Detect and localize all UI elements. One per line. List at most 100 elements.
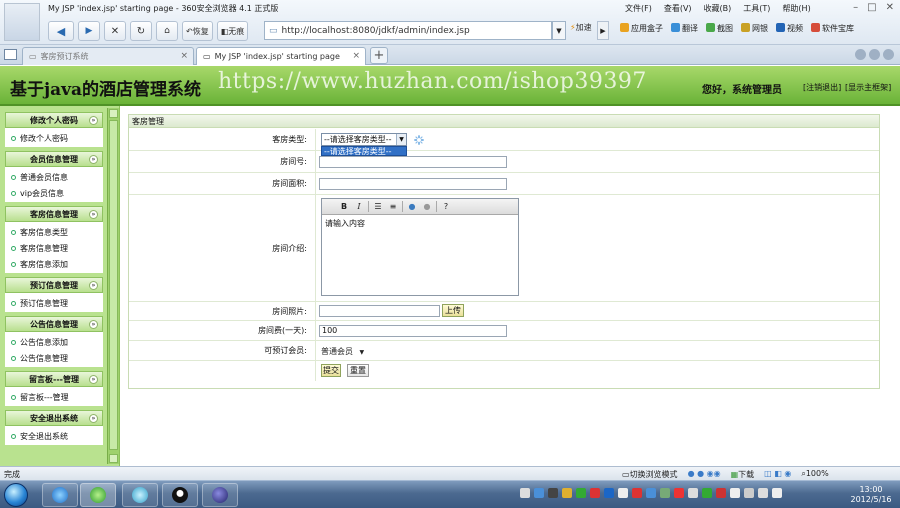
sidebar-section-logout[interactable]: 安全退出系统 »: [5, 410, 103, 426]
rich-text-editor[interactable]: B I ☰ ≡ ● ● ? 请输入内容: [321, 198, 519, 296]
switch-mode-button[interactable]: ▭切换浏览模式: [622, 469, 678, 480]
unordered-list-icon[interactable]: ≡: [387, 201, 399, 212]
sidebar-item-notice-add[interactable]: 公告信息添加: [5, 334, 103, 350]
tray-icon[interactable]: [772, 488, 782, 498]
restore-button[interactable]: ↶ 恢复: [182, 21, 213, 41]
reset-button[interactable]: 重置: [347, 364, 369, 377]
logout-link[interactable]: [注销退出]: [803, 82, 841, 93]
tray-icon[interactable]: [758, 488, 768, 498]
collapse-icon[interactable]: »: [89, 116, 98, 125]
tray-icon[interactable]: [520, 488, 530, 498]
new-tab-button[interactable]: +: [370, 47, 388, 64]
sidebar-section-messages[interactable]: 留言板---管理 »: [5, 371, 103, 387]
refresh-button[interactable]: ↻: [130, 21, 152, 41]
back-button[interactable]: ◀: [48, 21, 74, 41]
sidebar-item-room-manage[interactable]: 客房信息管理: [5, 240, 103, 256]
tray-icon[interactable]: [562, 488, 572, 498]
unlink-icon[interactable]: ●: [421, 201, 433, 212]
collapse-icon[interactable]: »: [89, 281, 98, 290]
bank-button[interactable]: 网银: [741, 23, 768, 34]
sidebar-section-members[interactable]: 会员信息管理 »: [5, 151, 103, 167]
tab-control-icon[interactable]: [883, 49, 894, 60]
bold-button[interactable]: B: [338, 201, 350, 212]
room-type-option[interactable]: --请选择客房类型--: [321, 146, 407, 156]
clock[interactable]: 13:00 2012/5/16: [845, 485, 897, 505]
sidebar-item-logout[interactable]: 安全退出系统: [5, 428, 103, 444]
tray-icon[interactable]: [632, 488, 642, 498]
italic-button[interactable]: I: [353, 201, 365, 212]
collapse-icon[interactable]: »: [89, 375, 98, 384]
sidebar-item-change-password[interactable]: 修改个人密码: [5, 130, 103, 146]
room-area-input[interactable]: [319, 178, 507, 190]
submit-button[interactable]: 提交: [321, 364, 341, 377]
sidebar-item-vip-members[interactable]: vip会员信息: [5, 185, 103, 201]
sidebar-section-rooms[interactable]: 客房信息管理 »: [5, 206, 103, 222]
tab-hotel-booking[interactable]: ▭ 客房预订系统 ×: [22, 47, 194, 65]
collapse-icon[interactable]: »: [89, 414, 98, 423]
collapse-icon[interactable]: »: [89, 210, 98, 219]
screenshot-button[interactable]: 截图: [706, 23, 733, 34]
sidebar-item-room-types[interactable]: 客房信息类型: [5, 224, 103, 240]
address-bar[interactable]: ▭ http://localhost:8080/jdkf/admin/index…: [264, 21, 552, 40]
close-tab-icon[interactable]: ×: [180, 51, 188, 61]
scroll-thumb[interactable]: [109, 120, 118, 450]
sidebar-toggle-icon[interactable]: [4, 49, 17, 60]
tray-icon[interactable]: [660, 488, 670, 498]
start-button[interactable]: [4, 483, 28, 507]
scroll-up-icon[interactable]: [109, 109, 118, 118]
taskbar-app[interactable]: [122, 483, 158, 507]
software-button[interactable]: 软件宝库: [811, 23, 854, 34]
maximize-icon[interactable]: □: [867, 2, 876, 13]
link-icon[interactable]: ●: [406, 201, 418, 212]
tray-icon[interactable]: [702, 488, 712, 498]
sidebar-item-room-add[interactable]: 客房信息添加: [5, 256, 103, 272]
room-number-input[interactable]: [319, 156, 507, 168]
download-button[interactable]: ▦下载: [731, 469, 755, 480]
show-main-frame-link[interactable]: [显示主框架]: [845, 82, 891, 93]
sidebar-item-normal-members[interactable]: 普通会员信息: [5, 169, 103, 185]
editor-content[interactable]: 请输入内容: [322, 215, 518, 232]
tab-control-icon[interactable]: [855, 49, 866, 60]
collapse-icon[interactable]: »: [89, 320, 98, 329]
tray-icon[interactable]: [534, 488, 544, 498]
forward-button[interactable]: ▶: [78, 21, 100, 41]
video-button[interactable]: 视频: [776, 23, 803, 34]
ordered-list-icon[interactable]: ☰: [372, 201, 384, 212]
menu-view[interactable]: 查看(V): [664, 3, 692, 14]
sidebar-section-notices[interactable]: 公告信息管理 »: [5, 316, 103, 332]
tray-icon[interactable]: [576, 488, 586, 498]
taskbar-360-browser[interactable]: [80, 483, 116, 507]
sidebar-item-bookings[interactable]: 预订信息管理: [5, 295, 103, 311]
tray-icon[interactable]: [674, 488, 684, 498]
upload-button[interactable]: 上传: [442, 304, 464, 317]
tray-icon[interactable]: [604, 488, 614, 498]
taskbar-eclipse[interactable]: [202, 483, 238, 507]
member-type-select[interactable]: 普通会员 ▼: [321, 345, 371, 358]
tray-icon[interactable]: [646, 488, 656, 498]
zoom-button[interactable]: ⌕100%: [801, 469, 828, 480]
sidebar-section-password[interactable]: 修改个人密码 »: [5, 112, 103, 128]
menu-help[interactable]: 帮助(H): [782, 3, 810, 14]
stop-button[interactable]: ✕: [104, 21, 126, 41]
accelerate-button[interactable]: ⚡加速: [570, 22, 592, 33]
help-icon[interactable]: ?: [440, 201, 452, 212]
minimize-icon[interactable]: –: [853, 2, 858, 13]
close-tab-icon[interactable]: ×: [352, 51, 360, 61]
tab-control-icon[interactable]: [869, 49, 880, 60]
tray-icon[interactable]: [618, 488, 628, 498]
tray-icon[interactable]: [590, 488, 600, 498]
sidebar-scrollbar[interactable]: [107, 108, 119, 464]
room-photo-input[interactable]: [319, 305, 440, 317]
menu-favorites[interactable]: 收藏(B): [704, 3, 732, 14]
address-dropdown-button[interactable]: ▼: [552, 21, 566, 40]
app-box-button[interactable]: 应用盒子: [620, 23, 663, 34]
collapse-icon[interactable]: »: [89, 155, 98, 164]
no-trace-button[interactable]: ◧ 无痕: [216, 21, 249, 41]
translate-button[interactable]: 翻译: [671, 23, 698, 34]
room-type-select[interactable]: --请选择客房类型-- ▼: [321, 133, 407, 146]
tray-icon[interactable]: [716, 488, 726, 498]
close-window-icon[interactable]: ✕: [886, 2, 894, 13]
scroll-down-icon[interactable]: [109, 454, 118, 463]
sidebar-item-messages[interactable]: 留言板---管理: [5, 389, 103, 405]
sidebar-item-notice-manage[interactable]: 公告信息管理: [5, 350, 103, 366]
